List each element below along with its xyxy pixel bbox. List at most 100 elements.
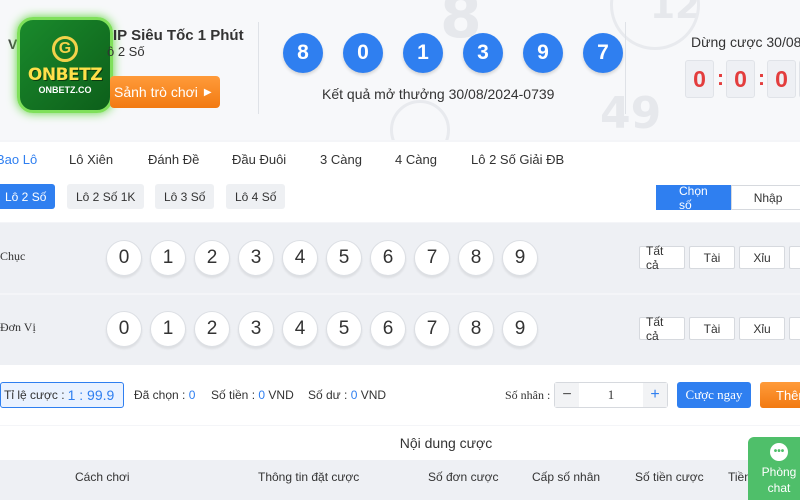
select-small-button[interactable]: Xỉu xyxy=(739,246,785,269)
tens-digit-button[interactable]: 7 xyxy=(414,240,450,276)
quick-select-button[interactable] xyxy=(789,246,800,269)
game-title: IP Siêu Tốc 1 Phút xyxy=(113,27,244,44)
odds-label: Tỉ lệ cược : xyxy=(4,388,65,402)
units-digit-button[interactable]: 1 xyxy=(150,311,186,347)
chat-room-button[interactable]: ••• Phòng chat xyxy=(748,437,800,500)
bet-now-button[interactable]: Cược ngay xyxy=(677,382,751,408)
divider xyxy=(625,22,626,114)
select-small-button[interactable]: Xỉu xyxy=(739,317,785,340)
lobby-button-label: Sảnh trò chơi xyxy=(114,84,198,100)
tens-number-picker: 0 1 2 3 4 5 6 7 8 9 xyxy=(106,240,538,276)
tens-digit-button[interactable]: 9 xyxy=(502,240,538,276)
quick-select-button[interactable] xyxy=(789,317,800,340)
units-digit-button[interactable]: 3 xyxy=(238,311,274,347)
select-all-button[interactable]: Tất cả xyxy=(639,315,685,343)
units-quick-select: Tất cả Tài Xỉu xyxy=(639,315,800,343)
tens-digit-button[interactable]: 2 xyxy=(194,240,230,276)
tab-dau-duoi[interactable]: Đầu Đuôi xyxy=(232,152,286,167)
countdown-digit: 0 xyxy=(726,60,755,98)
tab-3-cang[interactable]: 3 Càng xyxy=(320,152,362,167)
balance-value: 0 xyxy=(350,388,358,402)
select-big-button[interactable]: Tài xyxy=(689,317,735,340)
selected-count: Đã chọn : 0 xyxy=(134,388,195,402)
units-digit-button[interactable]: 6 xyxy=(370,311,406,347)
units-digit-button[interactable]: 8 xyxy=(458,311,494,347)
result-ball: 0 xyxy=(343,33,383,73)
add-bet-button[interactable]: Thêm xyxy=(760,382,800,408)
game-title-prefix: V xyxy=(8,36,18,52)
chat-label: chat xyxy=(767,481,791,495)
column-header: Số tiền cược xyxy=(635,470,704,484)
selected-label: Đã chọn : xyxy=(134,388,186,402)
tens-digit-button[interactable]: 6 xyxy=(370,240,406,276)
logo-name: ONBETZ xyxy=(27,64,103,85)
tab-lo-2-so-giai-db[interactable]: Lô 2 Số Giải ĐB xyxy=(471,152,564,167)
tens-digit-button[interactable]: 4 xyxy=(282,240,318,276)
tens-digit-button[interactable]: 1 xyxy=(150,240,186,276)
units-digit-button[interactable]: 2 xyxy=(194,311,230,347)
logo-mark-icon: G xyxy=(52,35,78,62)
background-decoration: 49 xyxy=(600,88,662,139)
decrease-button[interactable]: − xyxy=(555,383,579,407)
countdown-digit: 0 xyxy=(685,60,714,98)
chat-bubble-icon: ••• xyxy=(770,443,788,461)
bet-content-title: Nội dung cược xyxy=(0,426,800,460)
subtab-lo-3-so[interactable]: Lô 3 Số xyxy=(155,184,215,209)
tens-digit-button[interactable]: 3 xyxy=(238,240,274,276)
tens-row: Chục 0 1 2 3 4 5 6 7 8 9 Tất cả Tài Xỉu xyxy=(0,223,800,293)
tens-digit-button[interactable]: 5 xyxy=(326,240,362,276)
countdown-separator: : xyxy=(717,67,724,90)
multiplier-input[interactable]: 1 xyxy=(579,383,643,407)
balance-unit: VND xyxy=(360,388,387,402)
countdown-timer: 0 : 0 : 0 0 xyxy=(685,60,800,98)
balance: Số dư : 0 VND xyxy=(308,388,386,402)
column-header: Thông tin đặt cược xyxy=(258,470,360,484)
stop-bet-label: Dừng cược 30/08 xyxy=(691,34,800,50)
result-ball: 3 xyxy=(463,33,503,73)
tab-bao-lo[interactable]: Bao Lô xyxy=(0,152,37,167)
mode-input-button[interactable]: Nhập xyxy=(730,185,800,210)
tens-label: Chục xyxy=(0,249,26,263)
amount-label: Số tiền : xyxy=(211,388,256,402)
tab-danh-de[interactable]: Đánh Đề xyxy=(148,152,199,167)
background-decoration xyxy=(390,100,450,140)
tens-digit-button[interactable]: 8 xyxy=(458,240,494,276)
game-header: 8 49 12 V G ONBETZ ONBETZ.CO IP Siêu Tốc… xyxy=(0,0,800,140)
select-all-button[interactable]: Tất cả xyxy=(639,244,685,272)
background-decoration xyxy=(610,0,700,50)
increase-button[interactable]: + xyxy=(643,383,667,407)
countdown-separator: : xyxy=(758,67,765,90)
brand-logo: G ONBETZ ONBETZ.CO xyxy=(17,17,113,113)
subtab-lo-2-so-1k[interactable]: Lô 2 Số 1K xyxy=(67,184,145,209)
result-ball: 1 xyxy=(403,33,443,73)
units-digit-button[interactable]: 9 xyxy=(502,311,538,347)
tens-quick-select: Tất cả Tài Xỉu xyxy=(639,244,800,272)
units-number-picker: 0 1 2 3 4 5 6 7 8 9 xyxy=(106,311,538,347)
units-digit-button[interactable]: 7 xyxy=(414,311,450,347)
units-digit-button[interactable]: 4 xyxy=(282,311,318,347)
tab-4-cang[interactable]: 4 Càng xyxy=(395,152,437,167)
mode-choose-button[interactable]: Chọn số xyxy=(656,184,731,212)
amount-unit: VND xyxy=(268,388,294,402)
divider xyxy=(258,22,259,114)
tens-digit-button[interactable]: 0 xyxy=(106,240,142,276)
logo-sub: ONBETZ.CO xyxy=(38,84,92,95)
odds-box: Tỉ lệ cược : 1 : 99.9 xyxy=(0,382,125,408)
chat-label: Phòng xyxy=(761,465,797,479)
units-label: Đơn Vị xyxy=(0,320,36,334)
column-header: Số đơn cược xyxy=(428,470,499,484)
column-header: Cách chơi xyxy=(75,470,130,484)
tab-lo-xien[interactable]: Lô Xiên xyxy=(69,152,113,167)
amount-value: 0 xyxy=(258,388,266,402)
subtab-lo-2-so[interactable]: Lô 2 Số xyxy=(0,184,56,209)
subtab-lo-4-so[interactable]: Lô 4 Số xyxy=(226,184,286,209)
balance-label: Số dư : xyxy=(308,388,348,402)
column-header: Cấp số nhân xyxy=(532,470,601,484)
units-digit-button[interactable]: 0 xyxy=(106,311,142,347)
odds-value: 1 : 99.9 xyxy=(67,387,115,403)
units-digit-button[interactable]: 5 xyxy=(326,311,362,347)
result-balls: 8 0 1 3 9 7 xyxy=(283,33,623,73)
input-mode-toggle: Chọn số Nhập xyxy=(656,184,800,212)
lobby-button[interactable]: Sảnh trò chơi ▶ xyxy=(110,76,220,108)
select-big-button[interactable]: Tài xyxy=(689,246,735,269)
